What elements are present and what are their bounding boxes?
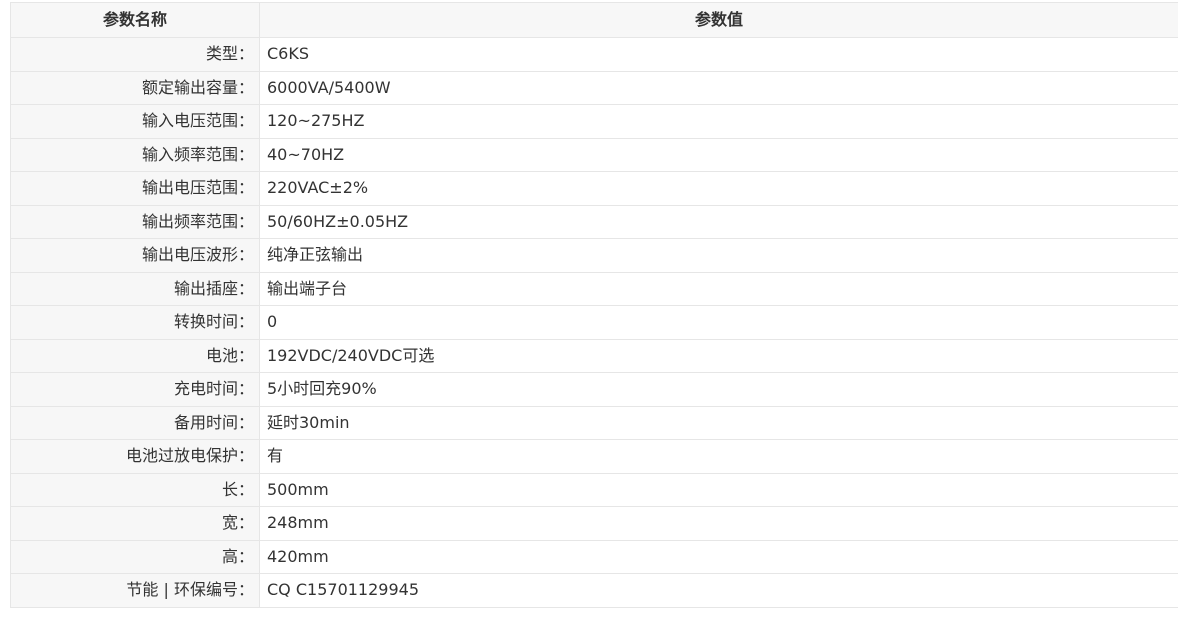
param-value-cell: 有 — [259, 439, 1178, 474]
spec-table-body: 类型： C6KS 额定输出容量： 6000VA/5400W 输入电压范围： 12… — [10, 37, 1178, 608]
table-row: 输入电压范围： 120~275HZ — [10, 104, 1178, 139]
table-row: 输出电压波形： 纯净正弦输出 — [10, 238, 1178, 273]
table-row: 充电时间： 5小时回充90% — [10, 372, 1178, 407]
param-name-cell: 类型： — [10, 37, 260, 72]
table-row: 类型： C6KS — [10, 37, 1178, 72]
param-value-cell: 120~275HZ — [259, 104, 1178, 139]
param-value-cell: C6KS — [259, 37, 1178, 72]
param-name-cell: 高： — [10, 539, 260, 574]
param-name-cell: 电池： — [10, 338, 260, 373]
table-row: 节能 | 环保编号： CQ C15701129945 — [10, 573, 1178, 608]
param-value-cell: 纯净正弦输出 — [259, 238, 1178, 273]
param-value-cell: 220VAC±2% — [259, 171, 1178, 206]
param-name-cell: 输入频率范围： — [10, 137, 260, 172]
table-row: 宽： 248mm — [10, 506, 1178, 541]
param-value-cell: 延时30min — [259, 405, 1178, 440]
spec-table: 参数名称 参数值 类型： C6KS 额定输出容量： 6000VA/5400W 输… — [10, 2, 1178, 608]
param-value-cell: 248mm — [259, 506, 1178, 541]
table-row: 输入频率范围： 40~70HZ — [10, 137, 1178, 172]
table-row: 电池过放电保护： 有 — [10, 439, 1178, 474]
header-row: 参数名称 参数值 — [10, 2, 1178, 38]
header-param-value: 参数值 — [259, 2, 1178, 38]
param-name-cell: 额定输出容量： — [10, 70, 260, 105]
param-name-cell: 转换时间： — [10, 305, 260, 340]
table-row: 输出电压范围： 220VAC±2% — [10, 171, 1178, 206]
param-value-cell: CQ C15701129945 — [259, 573, 1178, 608]
param-value-cell: 500mm — [259, 472, 1178, 507]
param-value-cell: 40~70HZ — [259, 137, 1178, 172]
table-row: 电池： 192VDC/240VDC可选 — [10, 338, 1178, 373]
param-name-cell: 充电时间： — [10, 372, 260, 407]
table-row: 输出插座： 输出端子台 — [10, 271, 1178, 306]
param-name-cell: 输出电压范围： — [10, 171, 260, 206]
param-name-cell: 备用时间： — [10, 405, 260, 440]
table-row: 额定输出容量： 6000VA/5400W — [10, 70, 1178, 105]
param-name-cell: 节能 | 环保编号： — [10, 573, 260, 608]
param-value-cell: 5小时回充90% — [259, 372, 1178, 407]
param-name-cell: 宽： — [10, 506, 260, 541]
param-value-cell: 0 — [259, 305, 1178, 340]
param-value-cell: 420mm — [259, 539, 1178, 574]
param-value-cell: 50/60HZ±0.05HZ — [259, 204, 1178, 239]
param-name-cell: 输出插座： — [10, 271, 260, 306]
param-value-cell: 输出端子台 — [259, 271, 1178, 306]
table-row: 长： 500mm — [10, 472, 1178, 507]
table-row: 输出频率范围： 50/60HZ±0.05HZ — [10, 204, 1178, 239]
table-row: 高： 420mm — [10, 539, 1178, 574]
param-name-cell: 输入电压范围： — [10, 104, 260, 139]
param-name-cell: 长： — [10, 472, 260, 507]
param-value-cell: 192VDC/240VDC可选 — [259, 338, 1178, 373]
table-row: 转换时间： 0 — [10, 305, 1178, 340]
param-name-cell: 输出频率范围： — [10, 204, 260, 239]
param-name-cell: 输出电压波形： — [10, 238, 260, 273]
param-value-cell: 6000VA/5400W — [259, 70, 1178, 105]
header-param-name: 参数名称 — [10, 2, 260, 38]
spec-table-header: 参数名称 参数值 — [10, 2, 1178, 38]
param-name-cell: 电池过放电保护： — [10, 439, 260, 474]
table-row: 备用时间： 延时30min — [10, 405, 1178, 440]
